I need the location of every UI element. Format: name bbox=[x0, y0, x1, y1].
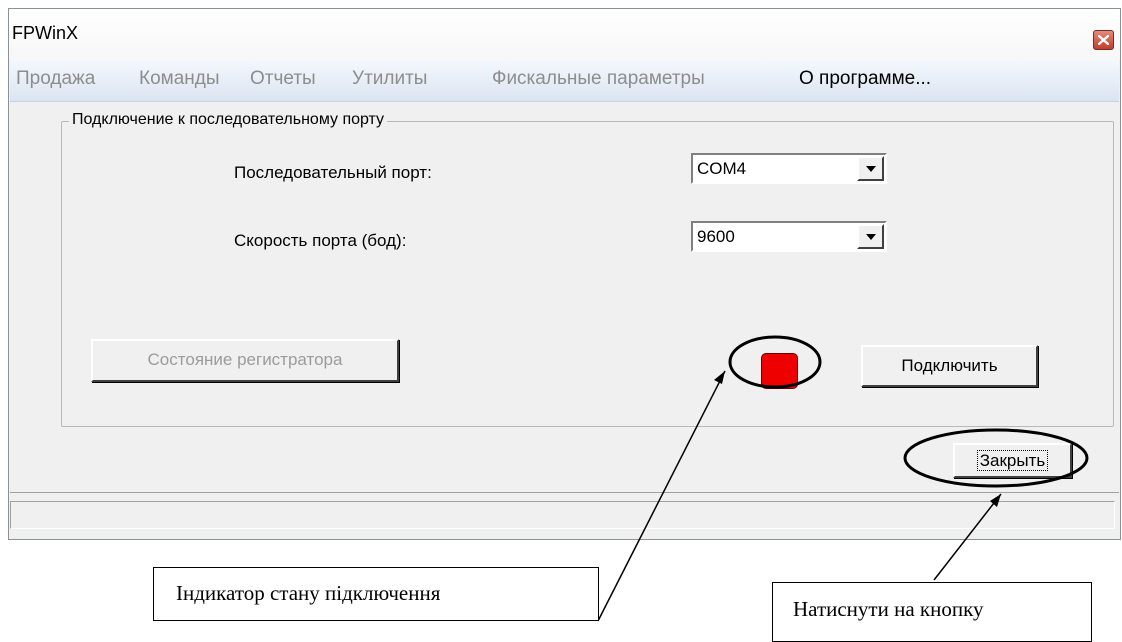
connect-button[interactable]: Подключить bbox=[861, 345, 1038, 387]
baud-select-dropdown-button[interactable] bbox=[857, 224, 884, 249]
menu-item-commands[interactable]: Команды bbox=[139, 68, 220, 90]
baud-select[interactable]: 9600 bbox=[691, 221, 887, 252]
menu-item-fiscal-params[interactable]: Фискальные параметры bbox=[492, 68, 705, 90]
menu-item-sale[interactable]: Продажа bbox=[16, 68, 95, 90]
indicator-callout: Індикатор стану підключення bbox=[153, 567, 599, 621]
button-callout: Натиснути на кнопку bbox=[772, 582, 1092, 642]
serial-port-group-title: Подключение к последовательному порту bbox=[69, 111, 388, 129]
registrar-state-button[interactable]: Состояние регистратора bbox=[91, 339, 399, 382]
status-bar bbox=[10, 492, 1119, 531]
window-title: FPWinX bbox=[12, 23, 79, 43]
chevron-down-icon bbox=[866, 166, 876, 172]
title-bar: FPWinX bbox=[9, 9, 1120, 59]
port-select-dropdown-button[interactable] bbox=[857, 156, 884, 181]
chevron-down-icon bbox=[866, 234, 876, 240]
status-bar-panel bbox=[10, 501, 1115, 529]
app-window: FPWinX Продажа Команды Отчеты Утилиты Фи… bbox=[8, 8, 1121, 540]
connection-status-indicator bbox=[761, 353, 798, 389]
window-close-button[interactable] bbox=[1093, 30, 1114, 50]
port-select[interactable]: COM4 bbox=[691, 153, 887, 184]
menu-item-reports[interactable]: Отчеты bbox=[250, 68, 316, 90]
baud-select-value: 9600 bbox=[697, 227, 735, 246]
baud-label: Скорость порта (бод): bbox=[234, 231, 407, 250]
menu-item-utilities[interactable]: Утилиты bbox=[352, 68, 427, 90]
menu-item-about[interactable]: О программе... bbox=[799, 68, 931, 90]
close-icon bbox=[1098, 35, 1109, 45]
menu-bar: Продажа Команды Отчеты Утилиты Фискальны… bbox=[10, 59, 1119, 102]
close-dialog-button[interactable]: Закрыть bbox=[953, 443, 1072, 478]
port-select-value: COM4 bbox=[697, 159, 747, 178]
close-dialog-button-label: Закрыть bbox=[976, 450, 1049, 471]
port-label: Последовательный порт: bbox=[234, 163, 432, 182]
